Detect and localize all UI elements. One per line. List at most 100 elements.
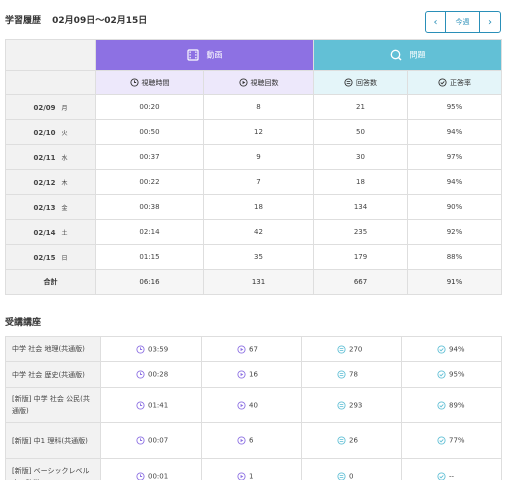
clock-icon bbox=[136, 400, 145, 410]
history-row: 02/13 金 00:38 18 134 90% bbox=[5, 194, 502, 220]
answers-cell: 235 bbox=[313, 219, 408, 245]
course-accuracy-value: 94% bbox=[449, 345, 465, 353]
course-view-time-value: 00:01 bbox=[148, 472, 169, 480]
answers-cell: 134 bbox=[313, 194, 408, 220]
history-corner bbox=[5, 39, 96, 71]
page-title-label: 学習履歴 bbox=[5, 16, 42, 26]
clock-icon bbox=[136, 436, 145, 445]
weekday-label: 木 bbox=[61, 179, 68, 187]
course-name[interactable]: 中学 社会 歴史(共通版) bbox=[5, 361, 101, 388]
course-row[interactable]: [新版] 中学 社会 公民(共通版) 01:41 40 293 89% bbox=[5, 387, 502, 423]
col-view-count: 視聴回数 bbox=[203, 70, 314, 95]
answer-icon bbox=[344, 78, 353, 87]
check-circle-icon bbox=[437, 472, 446, 480]
course-row[interactable]: 中学 社会 歴史(共通版) 00:28 16 78 95% bbox=[5, 361, 502, 388]
date-cell: 02/15 日 bbox=[5, 244, 96, 270]
total-accuracy: 91% bbox=[407, 269, 502, 295]
course-accuracy-value: 95% bbox=[449, 370, 465, 379]
page-title: 学習履歴 02月09日～02月15日 bbox=[5, 13, 147, 26]
course-accuracy: 95% bbox=[401, 361, 502, 388]
magnifier-icon bbox=[390, 49, 401, 61]
date-cell: 02/14 土 bbox=[5, 219, 96, 245]
course-accuracy: 77% bbox=[401, 422, 502, 459]
course-view-count: 1 bbox=[201, 458, 302, 480]
course-view-time: 00:07 bbox=[100, 422, 202, 459]
prev-week-button[interactable]: ‹ bbox=[426, 12, 446, 32]
video-group-label: 動画 bbox=[206, 50, 223, 60]
history-row: 02/14 土 02:14 42 235 92% bbox=[5, 219, 502, 245]
course-accuracy-value: 77% bbox=[449, 436, 465, 445]
total-answers: 667 bbox=[313, 269, 408, 295]
accuracy-cell: 88% bbox=[407, 244, 502, 270]
play-icon bbox=[237, 400, 246, 410]
check-circle-icon bbox=[437, 436, 446, 445]
course-view-time: 01:41 bbox=[100, 387, 202, 423]
answers-cell: 21 bbox=[313, 94, 408, 120]
answer-icon bbox=[337, 370, 346, 379]
course-view-count-value: 1 bbox=[249, 472, 254, 480]
col-answer-count-label: 回答数 bbox=[356, 78, 377, 87]
total-row: 合計 06:16 131 667 91% bbox=[5, 269, 502, 295]
answers-cell: 30 bbox=[313, 144, 408, 170]
play-icon bbox=[237, 436, 246, 445]
view-count-cell: 18 bbox=[203, 194, 314, 220]
history-row: 02/12 木 00:22 7 18 94% bbox=[5, 169, 502, 195]
date-cell: 02/09 月 bbox=[5, 94, 96, 120]
course-view-count: 67 bbox=[201, 336, 302, 362]
course-view-count: 16 bbox=[201, 361, 302, 388]
play-icon bbox=[237, 370, 246, 379]
course-view-time-value: 03:59 bbox=[148, 345, 169, 353]
course-row[interactable]: [新版] 中1 理科(共通版) 00:07 6 26 77% bbox=[5, 422, 502, 459]
accuracy-cell: 94% bbox=[407, 119, 502, 145]
date-range: 02月09日～02月15日 bbox=[52, 16, 148, 26]
course-view-time-value: 00:07 bbox=[148, 436, 169, 445]
answer-icon bbox=[337, 472, 346, 480]
chevron-right-icon: › bbox=[488, 16, 492, 28]
col-accuracy: 正答率 bbox=[407, 70, 502, 95]
view-time-cell: 00:50 bbox=[95, 119, 204, 145]
courses-table: 中学 社会 地理(共通版) 03:59 67 270 94% 中学 社会 歴史(共通版) 0… bbox=[5, 336, 502, 480]
course-view-count-value: 40 bbox=[249, 401, 258, 409]
accuracy-cell: 97% bbox=[407, 144, 502, 170]
view-time-cell: 00:20 bbox=[95, 94, 204, 120]
view-count-cell: 7 bbox=[203, 169, 314, 195]
course-name[interactable]: [新版] ベーシックレベル 中1 数学 bbox=[5, 458, 101, 480]
total-label: 合計 bbox=[5, 269, 96, 295]
weekday-label: 月 bbox=[61, 104, 68, 112]
answer-icon bbox=[337, 344, 346, 354]
col-view-time-label: 視聴時間 bbox=[141, 78, 170, 87]
accuracy-cell: 90% bbox=[407, 194, 502, 220]
date-label: 02/15 bbox=[33, 253, 56, 262]
view-count-cell: 8 bbox=[203, 94, 314, 120]
check-circle-icon bbox=[438, 78, 447, 87]
course-view-time: 03:59 bbox=[100, 336, 202, 362]
course-name[interactable]: [新版] 中学 社会 公民(共通版) bbox=[5, 387, 101, 423]
this-week-button[interactable]: 今週 bbox=[446, 12, 480, 32]
date-cell: 02/13 金 bbox=[5, 194, 96, 220]
date-label: 02/14 bbox=[33, 228, 56, 237]
course-answers: 270 bbox=[301, 336, 402, 362]
weekday-label: 金 bbox=[61, 204, 68, 212]
course-answers-value: 0 bbox=[349, 472, 354, 480]
history-row: 02/09 月 00:20 8 21 95% bbox=[5, 94, 502, 120]
play-icon bbox=[237, 344, 246, 354]
course-view-count-value: 67 bbox=[249, 345, 258, 353]
date-label: 02/11 bbox=[33, 153, 56, 162]
course-row[interactable]: [新版] ベーシックレベル 中1 数学 00:01 1 0 -- bbox=[5, 458, 502, 480]
weekday-label: 水 bbox=[61, 154, 68, 162]
course-name[interactable]: 中学 社会 地理(共通版) bbox=[5, 336, 101, 362]
next-week-button[interactable]: › bbox=[480, 12, 500, 32]
weekday-label: 日 bbox=[61, 254, 68, 262]
weekday-label: 土 bbox=[61, 229, 68, 237]
answers-cell: 179 bbox=[313, 244, 408, 270]
course-view-time: 00:01 bbox=[100, 458, 202, 480]
course-name[interactable]: [新版] 中1 理科(共通版) bbox=[5, 422, 101, 459]
course-view-count-value: 16 bbox=[249, 370, 258, 379]
col-answer-count: 回答数 bbox=[313, 70, 408, 95]
course-row[interactable]: 中学 社会 地理(共通版) 03:59 67 270 94% bbox=[5, 336, 502, 362]
course-view-time-value: 00:28 bbox=[148, 370, 169, 379]
view-count-cell: 42 bbox=[203, 219, 314, 245]
weekday-label: 火 bbox=[61, 129, 68, 137]
view-time-cell: 00:38 bbox=[95, 194, 204, 220]
col-accuracy-label: 正答率 bbox=[450, 78, 471, 87]
